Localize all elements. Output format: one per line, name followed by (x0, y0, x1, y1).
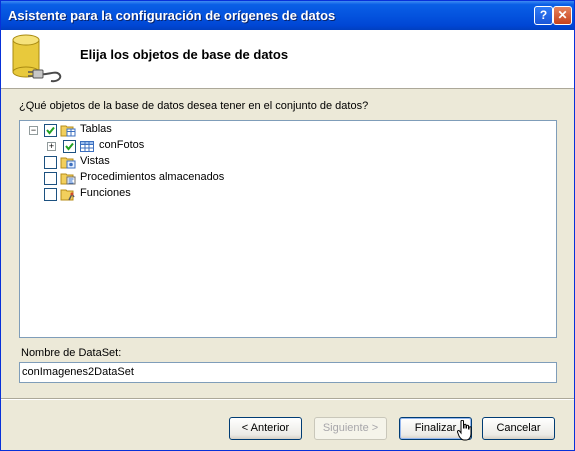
window-title: Asistente para la configuración de oríge… (8, 8, 336, 23)
page-title: Elija los objetos de base de datos (80, 47, 289, 62)
tree-node-tablas[interactable]: − Tablas (20, 121, 320, 137)
tree-node-vistas[interactable]: Vistas (20, 153, 320, 169)
back-button[interactable]: < Anterior (229, 417, 302, 440)
next-button[interactable]: Siguiente > (314, 417, 387, 440)
tree-node-funciones[interactable]: Funciones (20, 185, 320, 201)
views-folder-icon (60, 157, 76, 169)
tree-node-label: conFotos (99, 139, 145, 151)
tables-folder-icon (60, 125, 76, 137)
database-plug-icon (12, 34, 62, 83)
wizard-window: Asistente para la configuración de oríge… (0, 0, 575, 451)
tree-node-procedimientos[interactable]: Procedimientos almacenados (20, 169, 320, 185)
footer-divider (1, 398, 574, 400)
tree-node-label: Tablas (80, 123, 112, 135)
dataset-name-input[interactable]: conImagenes2DataSet (19, 362, 557, 383)
table-icon (80, 141, 94, 152)
confotos-checkbox[interactable] (63, 140, 76, 153)
close-button[interactable]: ✕ (553, 6, 572, 25)
tree-node-label: Funciones (80, 187, 131, 199)
functions-folder-icon (60, 189, 75, 201)
funciones-checkbox[interactable] (44, 188, 57, 201)
tablas-checkbox[interactable] (44, 124, 57, 137)
title-bar[interactable]: Asistente para la configuración de oríge… (1, 1, 574, 30)
procedures-folder-icon (60, 173, 76, 185)
tree-node-label: Procedimientos almacenados (80, 171, 225, 183)
expand-confotos-button[interactable]: + (47, 142, 56, 151)
collapse-tablas-button[interactable]: − (29, 126, 38, 135)
database-objects-tree[interactable]: − Tablas + conFotos Vistas Procedimiento… (19, 120, 557, 338)
vistas-checkbox[interactable] (44, 156, 57, 169)
hand-cursor-icon (457, 420, 472, 441)
dataset-name-label: Nombre de DataSet: (21, 347, 122, 359)
objects-prompt: ¿Qué objetos de la base de datos desea t… (19, 100, 369, 112)
wizard-header: Elija los objetos de base de datos (1, 30, 574, 89)
help-button[interactable]: ? (534, 6, 553, 25)
cancel-button[interactable]: Cancelar (482, 417, 555, 440)
tree-node-confotos[interactable]: + conFotos (20, 137, 320, 153)
tree-node-label: Vistas (80, 155, 110, 167)
procedimientos-checkbox[interactable] (44, 172, 57, 185)
